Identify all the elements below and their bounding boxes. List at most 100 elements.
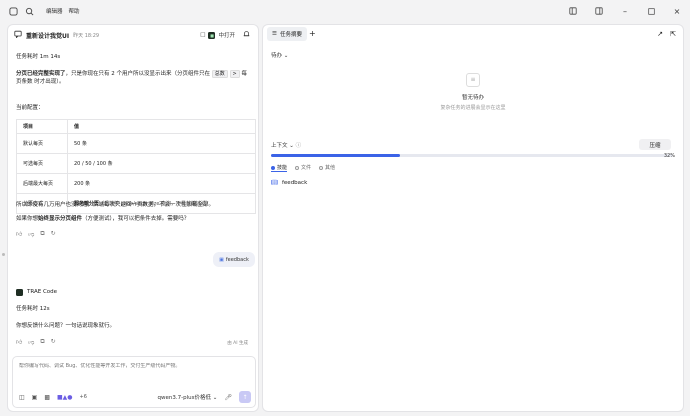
add-tab-icon[interactable]: +: [309, 29, 316, 38]
message-paragraph-1: 分页已经完整实现了，只是你现在只有 2 个用户所以没显示出来（分页组件只在 总数…: [16, 70, 252, 86]
model-label: qwen3.7-plus价格低: [157, 395, 212, 401]
menu-editor[interactable]: 编辑器: [46, 7, 63, 15]
info-icon[interactable]: ⓘ: [296, 143, 302, 149]
table-row: 后端最大每页 200 条: [16, 173, 256, 194]
message-paragraph-2: 所以即使有几万用户也没问题，后端每次只返回一页数据，不会一次性加载全部。: [16, 202, 215, 208]
compress-button[interactable]: 压缩: [639, 139, 671, 150]
chat-icon: [14, 30, 22, 40]
close-icon[interactable]: ×: [664, 0, 690, 22]
table-row: 默认每页 50 条: [16, 133, 256, 154]
folder-icon: □: [200, 32, 206, 38]
app-menu-icon[interactable]: [8, 6, 18, 16]
expand-icon[interactable]: ⇱: [670, 30, 676, 38]
agent-header: TRAE Code: [16, 288, 252, 296]
split-icon[interactable]: [586, 0, 612, 22]
config-table: 项目 值 默认每页 50 条 可选每页 20 / 50 / 100 条 后端最大…: [16, 119, 256, 214]
context-subtabs: 技能 文件 其他: [271, 164, 335, 172]
code-gt: >: [229, 70, 240, 78]
dot-icon: [271, 165, 275, 170]
table-cell: 后端最大每页: [16, 173, 68, 194]
ring-icon: [295, 165, 300, 170]
message-paragraph-3: 如果你想始终显示分页组件（方便测试），我可以把条件去掉。需要吗？: [16, 215, 252, 223]
message-actions: 👍︎ 👎︎ ⧉ ↻: [16, 230, 56, 238]
retry-icon[interactable]: ↻: [51, 338, 56, 346]
current-config-label: 当前配置：: [16, 105, 44, 111]
input-toolbar: ◫ ▣ ▩ ■▲● +6 qwen3.7-plus价格低 ⌄ 🎤︎ ↑: [19, 391, 251, 403]
thumbs-up-icon[interactable]: 👍︎: [16, 338, 22, 346]
open-in-button[interactable]: □ ■ 中打开: [200, 31, 235, 39]
summary-header: ☰ 任务摘要 + ↗ ⇱: [263, 25, 683, 45]
empty-icon: ≡: [466, 73, 480, 87]
chat-header: 重新设计我觉UI 昨天 18:29 □ ■ 中打开: [8, 25, 258, 45]
chat-input[interactable]: [19, 363, 249, 369]
mention-icon[interactable]: ▣: [32, 394, 38, 401]
tab-task-summary[interactable]: ☰ 任务摘要: [267, 27, 307, 41]
window-controls: – ×: [560, 0, 690, 22]
table-row: 可选每页 20 / 50 / 100 条: [16, 153, 256, 174]
search-icon[interactable]: [24, 6, 34, 16]
progress-percent: 32%: [663, 153, 675, 159]
context-progress-fill: [271, 154, 400, 157]
ring-icon: [319, 165, 324, 170]
subtab-label: 文件: [301, 165, 312, 171]
task-time-1: 任务耗时 1m 14s: [16, 54, 61, 60]
book-icon: 📖︎: [271, 180, 278, 186]
todo-label: 待办: [271, 53, 283, 59]
table-cell: 默认每页: [16, 133, 68, 154]
tab-label: 任务摘要: [279, 32, 302, 38]
table-cell: 20 / 50 / 100 条: [67, 153, 256, 174]
more-tools-count[interactable]: +6: [80, 394, 87, 400]
thumbs-down-icon[interactable]: 👎︎: [28, 338, 34, 346]
para3-tail: （方便测试），我可以把条件去掉。需要吗？: [82, 216, 190, 222]
chat-title: 重新设计我觉UI: [26, 32, 70, 40]
task-time-2: 任务耗时 12s: [16, 306, 50, 312]
code-total: 总数: [211, 70, 228, 78]
trae-logo-icon: ■: [208, 31, 216, 39]
attach-icon[interactable]: ◫: [19, 394, 25, 401]
feedback-icon: ▣: [219, 256, 224, 263]
context-label: 上下文: [271, 143, 288, 149]
todo-header[interactable]: 待办 ⌄: [271, 51, 288, 59]
trae-agent-icon: [16, 288, 23, 296]
chat-panel: 重新设计我觉UI 昨天 18:29 □ ■ 中打开 任务耗时 1m 14s 分页…: [7, 24, 259, 412]
agent-name: TRAE Code: [27, 289, 58, 295]
table-cell: 可选每页: [16, 153, 68, 174]
maximize-icon[interactable]: [638, 0, 664, 22]
chat-input-box: ◫ ▣ ▩ ■▲● +6 qwen3.7-plus价格低 ⌄ 🎤︎ ↑: [12, 356, 256, 408]
empty-title: 暂无待办: [461, 95, 484, 101]
image-icon[interactable]: ▩: [44, 394, 50, 401]
skill-item-feedback[interactable]: 📖︎ feedback: [271, 180, 307, 186]
mic-icon[interactable]: 🎤︎: [224, 394, 232, 401]
reply-actions: 👍︎ 👎︎ ⧉ ↻: [16, 338, 56, 346]
empty-state: ≡ 暂无待办 复杂任务的进展会显示在这里: [263, 73, 683, 111]
para3-text: 如果你想: [16, 216, 39, 222]
tool-icons[interactable]: ■▲●: [57, 394, 73, 401]
model-selector[interactable]: qwen3.7-plus价格低 ⌄: [158, 393, 218, 401]
user-message-bubble: ▣ feedback: [213, 252, 255, 267]
table-cell: 50 条: [67, 133, 256, 154]
copy-icon[interactable]: ⧉: [40, 338, 44, 346]
empty-desc: 复杂任务的进展会显示在这里: [440, 105, 506, 111]
list-icon: ☰: [272, 31, 277, 37]
para1-bold: 分页已经完整实现了: [16, 71, 66, 77]
thumbs-down-icon[interactable]: 👎︎: [28, 230, 34, 238]
menu-help[interactable]: 帮助: [69, 7, 80, 15]
subtab-skills[interactable]: 技能: [271, 164, 288, 172]
subtab-label: 其他: [325, 165, 336, 171]
retry-icon[interactable]: ↻: [51, 230, 56, 238]
column-header-value: 值: [67, 119, 256, 134]
copy-icon[interactable]: ⧉: [40, 230, 44, 238]
para3-bold: 始终显示分页组件: [38, 216, 83, 222]
thumbs-up-icon[interactable]: 👍︎: [16, 230, 22, 238]
context-progress-bar: [271, 154, 673, 157]
table-header-row: 项目 值: [16, 119, 256, 134]
external-icon[interactable]: ↗: [657, 30, 663, 38]
subtab-files[interactable]: 文件: [295, 164, 311, 172]
summary-panel: ☰ 任务摘要 + ↗ ⇱ 待办 ⌄ ≡ 暂无待办 复杂任务的进展会显示在这里 上…: [262, 24, 684, 412]
subtab-other[interactable]: 其他: [319, 164, 335, 172]
bell-icon[interactable]: [243, 30, 250, 40]
scroll-marker: [2, 253, 5, 256]
send-button[interactable]: ↑: [239, 391, 251, 403]
minimize-icon[interactable]: –: [612, 0, 638, 22]
layout-icon[interactable]: [560, 0, 586, 22]
